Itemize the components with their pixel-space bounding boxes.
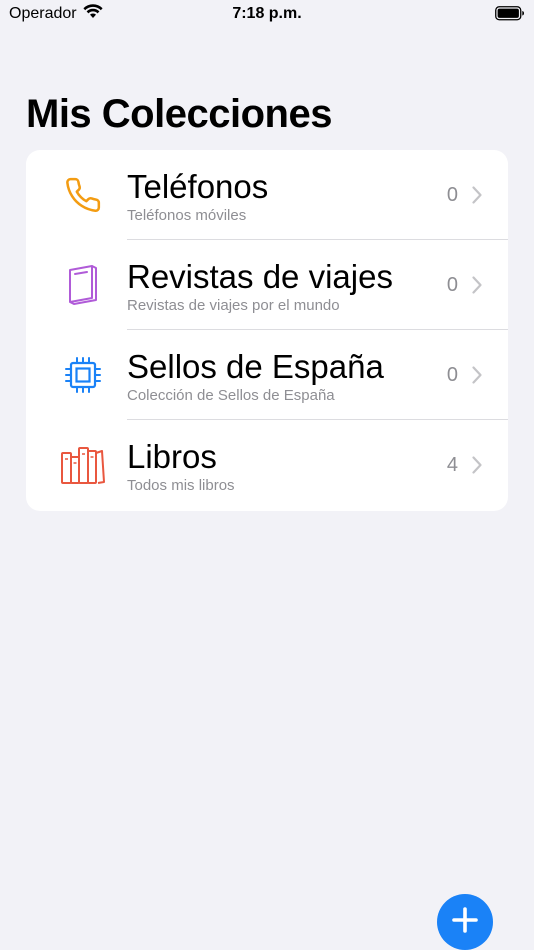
row-count: 0 bbox=[446, 274, 458, 296]
chevron-right-icon bbox=[472, 366, 482, 389]
row-count: 0 bbox=[446, 184, 458, 206]
stamp-chip-icon bbox=[60, 355, 106, 395]
row-subtitle: Todos mis libros bbox=[127, 477, 235, 494]
add-collection-button[interactable] bbox=[437, 894, 493, 950]
books-icon bbox=[60, 445, 106, 485]
collection-list: Teléfonos Teléfonos móviles 0 Revistas d… bbox=[26, 150, 508, 511]
status-bar: Operador 7:18 p.m. bbox=[0, 0, 534, 30]
chevron-right-icon bbox=[472, 276, 482, 299]
phone-icon bbox=[60, 175, 106, 215]
row-title: Revistas de viajes bbox=[127, 258, 393, 295]
chevron-right-icon bbox=[472, 456, 482, 479]
row-title: Teléfonos bbox=[127, 168, 269, 205]
magazine-icon bbox=[60, 265, 106, 305]
row-subtitle: Revistas de viajes por el mundo bbox=[127, 297, 340, 314]
collection-row-libros[interactable]: Libros Todos mis libros 4 bbox=[26, 420, 508, 510]
row-count: 4 bbox=[446, 454, 458, 476]
row-count: 0 bbox=[446, 364, 458, 386]
chevron-right-icon bbox=[472, 186, 482, 209]
collection-row-sellos[interactable]: Sellos de España Colección de Sellos de … bbox=[26, 330, 508, 420]
row-title: Libros bbox=[127, 438, 217, 475]
row-subtitle: Colección de Sellos de España bbox=[127, 387, 335, 404]
clock: 7:18 p.m. bbox=[232, 5, 302, 22]
page-title: Mis Colecciones bbox=[26, 92, 332, 136]
collection-row-telefonos[interactable]: Teléfonos Teléfonos móviles 0 bbox=[26, 150, 508, 240]
battery-icon bbox=[495, 6, 525, 26]
row-title: Sellos de España bbox=[127, 348, 384, 385]
collection-row-revistas[interactable]: Revistas de viajes Revistas de viajes po… bbox=[26, 240, 508, 330]
row-subtitle: Teléfonos móviles bbox=[127, 207, 247, 224]
plus-icon bbox=[451, 906, 479, 939]
